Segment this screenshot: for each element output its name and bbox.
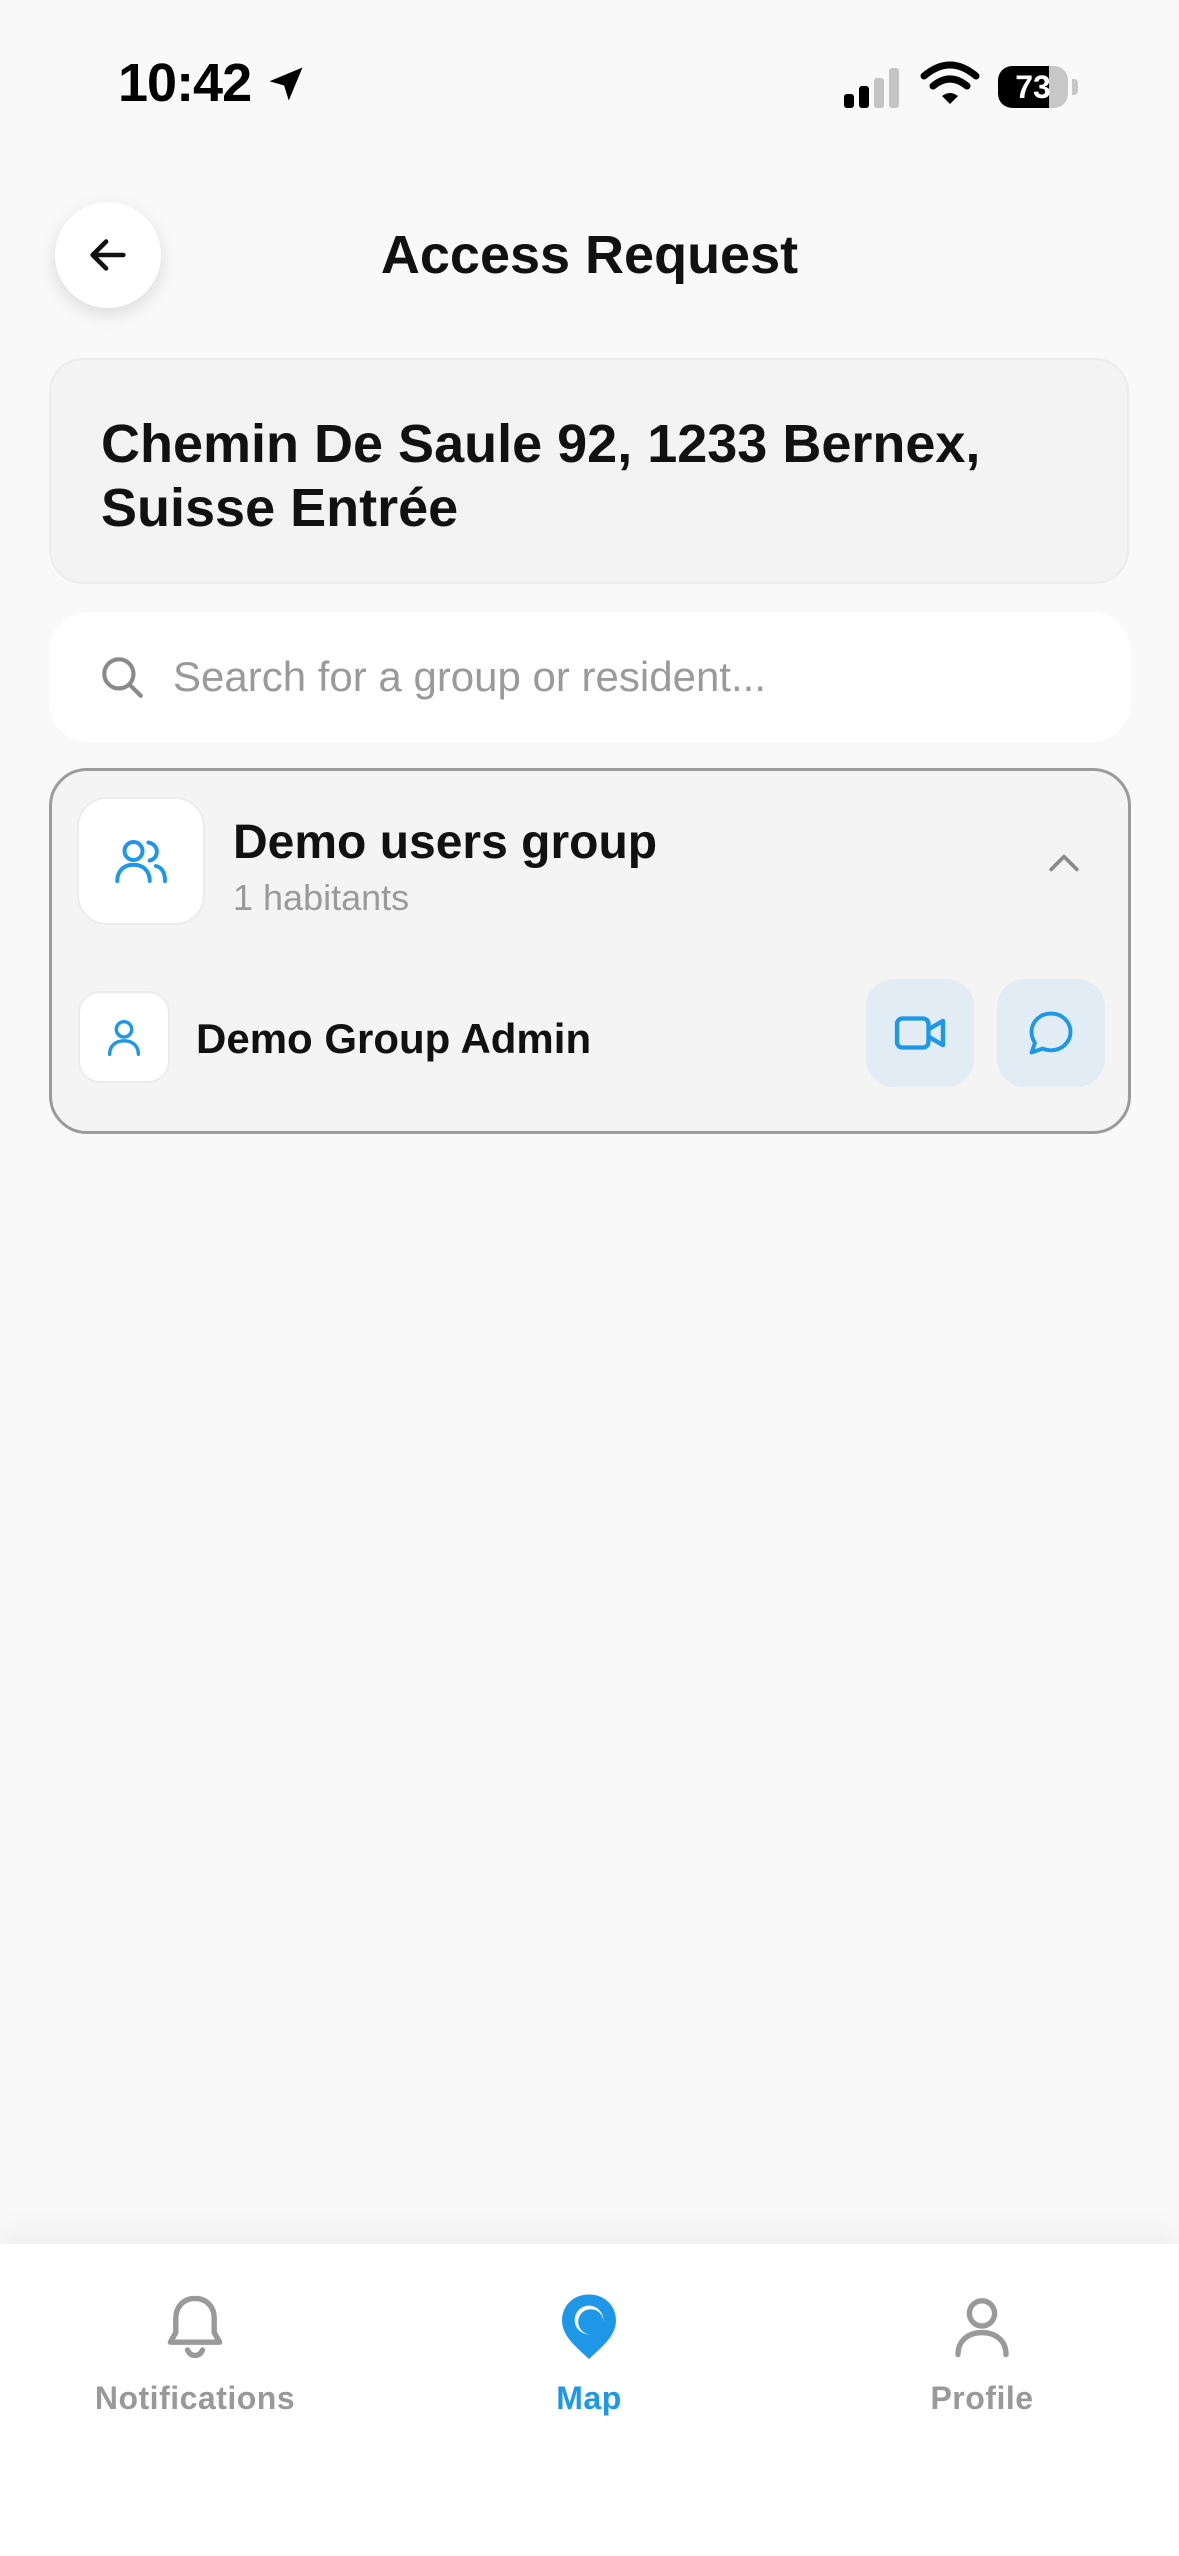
search-icon [102, 657, 143, 698]
battery-indicator: 73 [998, 66, 1078, 108]
group-name: Demo users group [233, 816, 658, 869]
users-icon [115, 840, 167, 883]
nav-label: Notifications [94, 2380, 296, 2416]
group-resident-count: 1 habitants [233, 877, 410, 918]
group-avatar [77, 797, 205, 925]
member-name: Demo Group Admin [196, 1015, 592, 1062]
chat-button[interactable] [997, 979, 1105, 1087]
map-pin-icon [562, 2294, 616, 2359]
bell-icon [167, 2295, 223, 2359]
member-row: Demo Group Admin [52, 979, 1128, 1099]
address-card: Chemin De Saule 92, 1233 Bernex, Suisse … [49, 358, 1129, 584]
member-avatar [78, 991, 170, 1083]
nav-label: Profile [930, 2380, 1034, 2416]
wifi-icon [920, 61, 980, 104]
nav-profile[interactable]: Profile [852, 2288, 1112, 2428]
search-bar[interactable] [49, 612, 1131, 742]
chevron-up-icon[interactable] [1042, 841, 1086, 885]
video-call-button[interactable] [866, 979, 974, 1087]
address-text: Chemin De Saule 92, 1233 Bernex, Suisse … [101, 414, 981, 538]
nav-notifications[interactable]: Notifications [65, 2288, 325, 2428]
chat-bubble-icon [1029, 1011, 1073, 1055]
user-icon [955, 2298, 1009, 2358]
location-arrow-icon [269, 67, 303, 101]
group-card[interactable]: Demo users group 1 habitants Demo Group … [49, 768, 1131, 1134]
nav-label: Map [556, 2380, 622, 2416]
bottom-navigation: Notifications Map Profile [0, 2244, 1179, 2556]
battery-level-text: 73 [1015, 69, 1051, 105]
user-icon [107, 1019, 141, 1056]
status-time: 10:42 [118, 53, 252, 113]
status-bar: 10:42 73 [0, 0, 1179, 176]
video-camera-icon [894, 1016, 946, 1050]
page-title: Access Request [380, 225, 799, 285]
search-input[interactable] [171, 652, 1075, 702]
cellular-signal-icon [844, 68, 899, 108]
nav-map[interactable]: Map [459, 2288, 719, 2428]
